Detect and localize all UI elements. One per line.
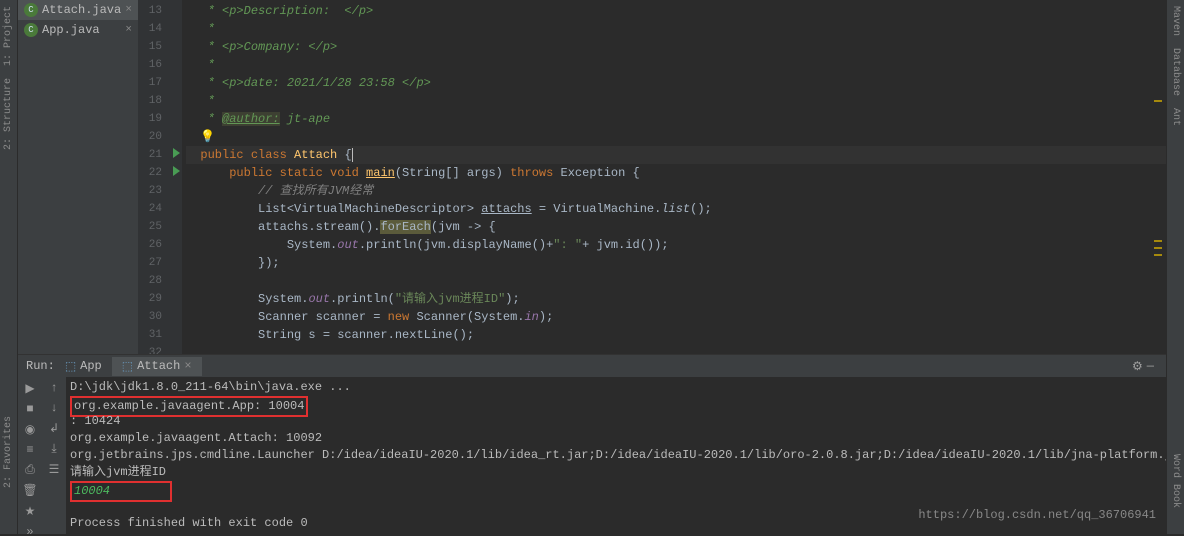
dump-icon[interactable]: ◉ [25, 422, 35, 437]
app-icon: ⬚ [122, 359, 133, 374]
console-line: org.example.javaagent.Attach: 10092 [70, 430, 1162, 447]
line-number: 21 [138, 146, 168, 164]
trash-icon[interactable]: 🗑 [22, 483, 37, 498]
filetab-label: Attach.java [42, 3, 121, 17]
layout-icon[interactable]: ≡ [26, 443, 33, 457]
watermark: https://blog.csdn.net/qq_36706941 [918, 507, 1156, 524]
console-line: 10004 [70, 481, 1162, 498]
run-toolbar-primary: ▶ ■ ◉ ≡ ⎙ 🗑 ★ » [18, 377, 42, 534]
database-tab[interactable]: Database [1168, 42, 1183, 102]
highlight-box: 10004 [70, 481, 172, 502]
line-number: 13 [138, 2, 168, 20]
run-tab-attach[interactable]: ⬚ Attach × [112, 357, 202, 376]
maven-tab[interactable]: Maven [1168, 0, 1183, 42]
run-panel-header: Run: ⬚ App ⬚ Attach × ⚙ — [18, 355, 1166, 377]
favorites-tab[interactable]: 2: Favorites [1, 410, 16, 494]
line-number: 18 [138, 92, 168, 110]
run-tab-label: Attach [137, 359, 180, 373]
line-number: 28 [138, 272, 168, 290]
stop-icon[interactable]: ■ [26, 402, 33, 416]
filetab-attach[interactable]: C Attach.java × [18, 0, 138, 20]
line-number: 19 [138, 110, 168, 128]
right-tool-rail: Maven Database Ant Word Book [1166, 0, 1184, 534]
file-tab-list: C Attach.java × C App.java × [18, 0, 138, 354]
run-gutter-icon[interactable] [173, 148, 180, 158]
run-panel: Run: ⬚ App ⬚ Attach × ⚙ — ▶ ■ ◉ ≡ ⎙ 🗑 ★ … [18, 354, 1166, 534]
line-number: 25 [138, 218, 168, 236]
line-number: 23 [138, 182, 168, 200]
console-line: org.example.javaagent.App: 10004 [70, 396, 1162, 413]
run-tab-label: App [80, 359, 102, 373]
ant-tab[interactable]: Ant [1168, 102, 1183, 132]
java-class-icon: C [24, 3, 38, 17]
line-number: 16 [138, 56, 168, 74]
line-number: 29 [138, 290, 168, 308]
app-icon: ⬚ [65, 359, 76, 374]
line-number: 30 [138, 308, 168, 326]
line-number: 27 [138, 254, 168, 272]
line-number: 31 [138, 326, 168, 344]
scroll-icon[interactable]: ⤓ [51, 442, 56, 456]
minimize-icon[interactable]: — [1143, 359, 1158, 373]
pin-icon[interactable]: ★ [25, 504, 36, 519]
gutter: 13 14 15 16 17 18 19 20 21 22 23 24 25 2… [138, 0, 168, 354]
up-icon[interactable]: ↑ [50, 381, 57, 395]
run-gutter-strip [168, 0, 182, 354]
filetab-app[interactable]: C App.java × [18, 20, 138, 40]
expand-icon[interactable]: » [26, 525, 33, 536]
filetab-label: App.java [42, 23, 100, 37]
rerun-icon[interactable]: ▶ [25, 381, 34, 396]
line-number: 24 [138, 200, 168, 218]
wordbook-tab[interactable]: Word Book [1168, 448, 1183, 514]
print-icon[interactable]: ⎙ [25, 463, 35, 477]
code-area[interactable]: * <p>Description: </p> * * <p>Company: <… [182, 0, 1166, 354]
close-icon[interactable]: × [125, 4, 132, 16]
line-number: 26 [138, 236, 168, 254]
softwrap-icon[interactable]: ↲ [49, 421, 59, 436]
code-editor[interactable]: 13 14 15 16 17 18 19 20 21 22 23 24 25 2… [138, 0, 1166, 354]
run-gutter-icon[interactable] [173, 166, 180, 176]
structure-tab[interactable]: 2: Structure [1, 72, 16, 156]
console-line: 请输入jvm进程ID [70, 464, 1162, 481]
java-class-icon: C [24, 23, 38, 37]
close-icon[interactable]: × [125, 24, 132, 36]
console-line: org.jetbrains.jps.cmdline.Launcher D:/id… [70, 447, 1162, 464]
line-number: 14 [138, 20, 168, 38]
down-icon[interactable]: ↓ [50, 401, 57, 415]
left-tool-rail: 1: Project 2: Structure 2: Favorites [0, 0, 18, 534]
line-number: 15 [138, 38, 168, 56]
gear-icon[interactable]: ⚙ [1132, 359, 1143, 374]
line-number: 17 [138, 74, 168, 92]
line-number: 22 [138, 164, 168, 182]
run-label: Run: [26, 359, 55, 373]
line-number: 20 [138, 128, 168, 146]
run-toolbar-secondary: ↑ ↓ ↲ ⤓ ☰ [42, 377, 66, 534]
close-icon[interactable]: × [184, 359, 191, 373]
console-output[interactable]: D:\jdk\jdk1.8.0_211-64\bin\java.exe ... … [66, 377, 1166, 534]
run-tab-app[interactable]: ⬚ App [55, 357, 112, 376]
console-line: D:\jdk\jdk1.8.0_211-64\bin\java.exe ... [70, 379, 1162, 396]
intention-bulb-icon[interactable]: 💡 [186, 130, 215, 144]
tree-icon[interactable]: ☰ [49, 462, 60, 477]
project-tab[interactable]: 1: Project [1, 0, 16, 72]
